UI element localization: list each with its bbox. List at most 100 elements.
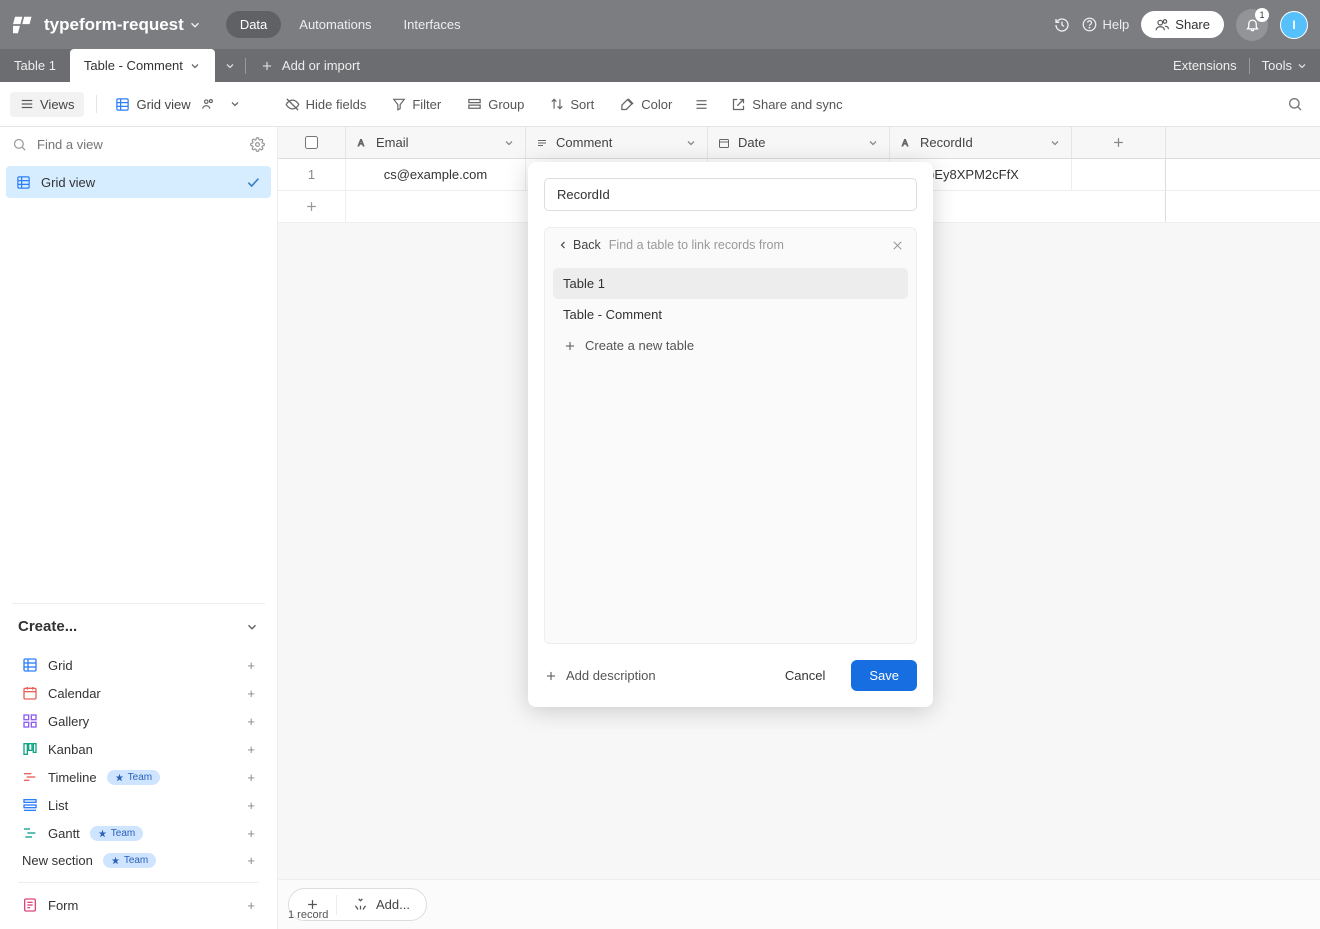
column-recordid[interactable]: A RecordId: [890, 127, 1072, 158]
avatar[interactable]: I: [1280, 11, 1308, 39]
nav-automations[interactable]: Automations: [285, 11, 385, 38]
create-form[interactable]: Form +: [18, 891, 259, 919]
extensions-button[interactable]: Extensions: [1173, 58, 1237, 73]
hide-fields-button[interactable]: Hide fields: [275, 92, 377, 117]
create-gantt[interactable]: Gantt Team +: [18, 819, 259, 847]
column-email[interactable]: A Email: [346, 127, 526, 158]
nav-interfaces[interactable]: Interfaces: [390, 11, 475, 38]
create-kanban[interactable]: Kanban +: [18, 735, 259, 763]
row-height-button[interactable]: [688, 92, 715, 117]
views-button[interactable]: Views: [10, 92, 84, 117]
create-gallery[interactable]: Gallery +: [18, 707, 259, 735]
grid-view-switcher[interactable]: Grid view: [109, 92, 246, 117]
back-label: Back: [573, 238, 601, 252]
create-calendar[interactable]: Calendar +: [18, 679, 259, 707]
tools-button[interactable]: Tools: [1262, 58, 1308, 73]
plus-icon: +: [247, 742, 255, 757]
find-view-input[interactable]: [37, 137, 240, 152]
footer-add-menu[interactable]: Add...: [337, 889, 426, 920]
svg-text:A: A: [358, 138, 364, 148]
create-timeline[interactable]: Timeline Team +: [18, 763, 259, 791]
link-option-table-1[interactable]: Table 1: [553, 268, 908, 299]
divider: [96, 95, 97, 113]
group-button[interactable]: Group: [457, 92, 534, 117]
sort-button[interactable]: Sort: [540, 92, 604, 117]
add-description-label: Add description: [566, 668, 656, 683]
plus-icon: +: [247, 770, 255, 785]
share-sync-button[interactable]: Share and sync: [721, 92, 852, 117]
collaborators-icon[interactable]: [201, 97, 215, 111]
create-calendar-label: Calendar: [48, 686, 101, 701]
base-name-chevron-icon[interactable]: [188, 18, 202, 32]
view-entry-grid[interactable]: Grid view: [6, 166, 271, 198]
plus-icon: +: [247, 798, 255, 813]
create-kanban-label: Kanban: [48, 742, 93, 757]
settings-icon[interactable]: [250, 137, 265, 152]
search-icon[interactable]: [1280, 89, 1310, 119]
help-button[interactable]: Help: [1082, 17, 1130, 32]
create-grid[interactable]: Grid +: [18, 651, 259, 679]
column-date-label: Date: [738, 135, 765, 150]
grid-view-label: Grid view: [136, 97, 190, 112]
add-or-import-button[interactable]: Add or import: [246, 49, 374, 82]
cancel-button[interactable]: Cancel: [773, 660, 837, 691]
table-tab-1[interactable]: Table 1: [0, 49, 70, 82]
chevron-down-icon[interactable]: [1049, 137, 1061, 149]
sort-label: Sort: [570, 97, 594, 112]
close-icon[interactable]: [891, 239, 904, 252]
column-comment[interactable]: Comment: [526, 127, 708, 158]
create-new-section-label: New section: [22, 853, 93, 868]
notifications-button[interactable]: 1: [1236, 9, 1268, 41]
column-date[interactable]: Date: [708, 127, 890, 158]
app-logo-icon: [12, 13, 36, 37]
team-badge: Team: [90, 826, 143, 841]
plus-icon[interactable]: [278, 191, 346, 222]
tools-label: Tools: [1262, 58, 1292, 73]
create-list[interactable]: List +: [18, 791, 259, 819]
plus-icon: +: [247, 686, 255, 701]
team-badge: Team: [103, 853, 156, 868]
column-recordid-label: RecordId: [920, 135, 973, 150]
base-name[interactable]: typeform-request: [44, 15, 184, 35]
tabs-overflow-chevron[interactable]: [215, 49, 245, 82]
save-button[interactable]: Save: [851, 660, 917, 691]
share-sync-label: Share and sync: [752, 97, 842, 112]
share-button[interactable]: Share: [1141, 11, 1224, 38]
link-option-table-comment[interactable]: Table - Comment: [553, 299, 908, 330]
create-section-header[interactable]: Create...: [18, 618, 259, 635]
color-button[interactable]: Color: [610, 92, 682, 117]
table-tab-chevron-icon[interactable]: [189, 60, 201, 72]
add-description-button[interactable]: Add description: [544, 668, 656, 683]
select-all-checkbox[interactable]: [305, 136, 318, 149]
history-icon[interactable]: [1054, 17, 1070, 33]
add-or-import-label: Add or import: [282, 58, 360, 73]
plus-icon: +: [247, 658, 255, 673]
chevron-down-icon[interactable]: [503, 137, 515, 149]
field-config-popup: Back Find a table to link records from T…: [528, 162, 933, 707]
nav-data[interactable]: Data: [226, 11, 281, 38]
table-tab-2[interactable]: Table - Comment: [70, 49, 215, 82]
cell-email[interactable]: cs@example.com: [346, 159, 526, 190]
grid-view-chevron-icon[interactable]: [229, 98, 241, 110]
back-button[interactable]: Back: [557, 238, 601, 252]
create-gallery-label: Gallery: [48, 714, 89, 729]
create-new-table-label: Create a new table: [585, 338, 694, 353]
color-label: Color: [641, 97, 672, 112]
create-new-table[interactable]: Create a new table: [553, 330, 908, 361]
create-list-label: List: [48, 798, 68, 813]
help-label: Help: [1103, 17, 1130, 32]
row-number: 1: [278, 159, 346, 190]
chevron-down-icon[interactable]: [685, 137, 697, 149]
plus-icon: +: [247, 826, 255, 841]
group-label: Group: [488, 97, 524, 112]
add-field-button[interactable]: [1072, 127, 1166, 158]
filter-button[interactable]: Filter: [382, 92, 451, 117]
divider: [1249, 58, 1250, 74]
chevron-down-icon[interactable]: [867, 137, 879, 149]
filter-label: Filter: [412, 97, 441, 112]
create-form-label: Form: [48, 898, 78, 913]
search-icon: [12, 137, 27, 152]
field-name-input[interactable]: [544, 178, 917, 211]
create-new-section[interactable]: New section Team +: [18, 847, 259, 874]
notification-badge: 1: [1255, 8, 1269, 22]
